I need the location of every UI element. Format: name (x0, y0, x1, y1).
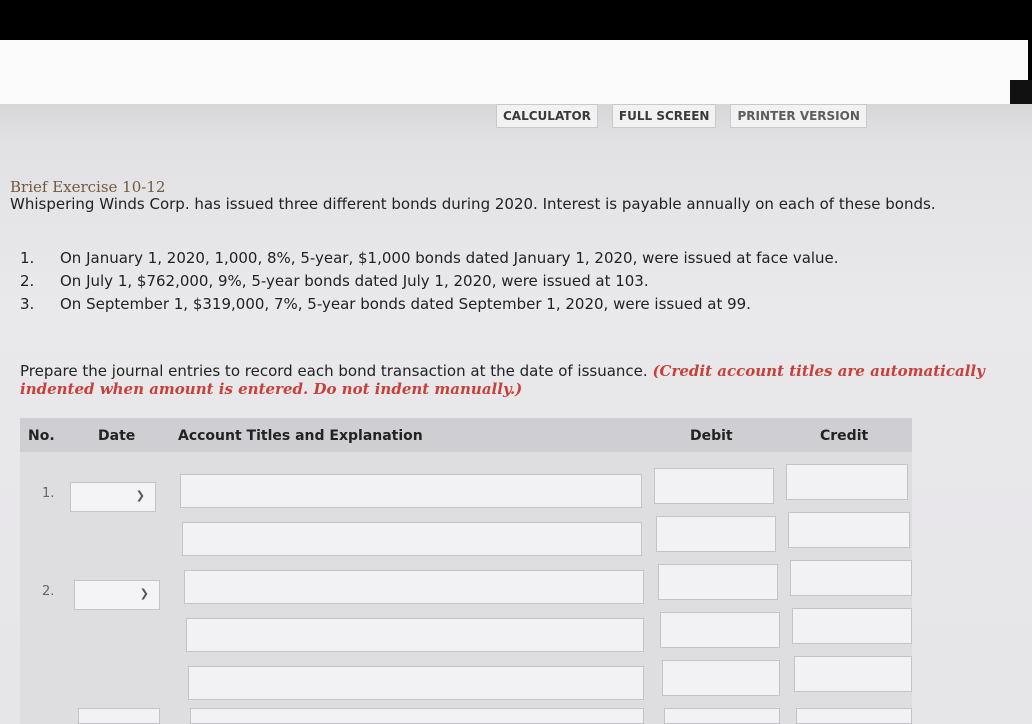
debit-input[interactable] (660, 612, 780, 648)
debit-input[interactable] (654, 468, 774, 504)
date-select[interactable] (78, 708, 160, 724)
header-debit: Debit (690, 428, 733, 444)
date-select[interactable]: ❯ (70, 482, 156, 512)
corner-shadow (1010, 80, 1032, 106)
credit-input[interactable] (796, 708, 912, 724)
printer-version-button[interactable]: PRINTER VERSION (730, 104, 867, 128)
account-title-input[interactable] (182, 522, 642, 556)
list-item-text: On September 1, $319,000, 7%, 5-year bon… (60, 295, 751, 313)
credit-input[interactable] (788, 512, 910, 548)
debit-input[interactable] (662, 660, 780, 696)
debit-input[interactable] (658, 564, 778, 600)
debit-input[interactable] (656, 516, 776, 552)
chevron-down-icon: ❯ (135, 489, 145, 502)
list-item: 2. On July 1, $762,000, 9%, 5-year bonds… (20, 272, 839, 295)
header-credit: Credit (820, 428, 869, 444)
credit-input[interactable] (790, 560, 912, 596)
header-no: No. (28, 428, 55, 444)
account-title-input[interactable] (188, 666, 644, 700)
top-band (0, 40, 1028, 104)
toolbar: CALCULATOR FULL SCREEN PRINTER VERSION (496, 104, 867, 128)
list-item-number: 1. (20, 249, 35, 267)
account-title-input[interactable] (190, 708, 644, 724)
entry-number: 1. (42, 486, 55, 501)
list-item: 1. On January 1, 2020, 1,000, 8%, 5-year… (20, 249, 839, 272)
account-title-input[interactable] (186, 618, 644, 652)
list-item: 3. On September 1, $319,000, 7%, 5-year … (20, 295, 839, 318)
credit-input[interactable] (792, 608, 912, 644)
full-screen-button[interactable]: FULL SCREEN (611, 104, 717, 128)
list-item-number: 2. (20, 272, 35, 290)
calculator-button[interactable]: CALCULATOR (496, 104, 598, 128)
exercise-intro: Whispering Winds Corp. has issued three … (10, 195, 936, 213)
credit-input[interactable] (786, 464, 908, 500)
journal-table: No. Date Account Titles and Explanation … (20, 418, 912, 724)
header-account: Account Titles and Explanation (178, 428, 423, 444)
account-title-input[interactable] (180, 474, 642, 508)
exercise-page: CALCULATOR FULL SCREEN PRINTER VERSION B… (0, 104, 1032, 724)
table-header: No. Date Account Titles and Explanation … (20, 418, 912, 452)
instructions: Prepare the journal entries to record ea… (20, 362, 1010, 398)
instructions-text: Prepare the journal entries to record ea… (20, 362, 648, 380)
header-date: Date (98, 428, 136, 444)
account-title-input[interactable] (184, 570, 644, 604)
chevron-down-icon: ❯ (139, 587, 149, 600)
bond-list: 1. On January 1, 2020, 1,000, 8%, 5-year… (20, 249, 839, 318)
credit-input[interactable] (794, 656, 912, 692)
debit-input[interactable] (664, 708, 780, 724)
list-item-number: 3. (20, 295, 35, 313)
date-select[interactable]: ❯ (74, 580, 160, 610)
entry-number: 2. (42, 584, 55, 599)
list-item-text: On January 1, 2020, 1,000, 8%, 5-year, $… (60, 249, 839, 267)
list-item-text: On July 1, $762,000, 9%, 5-year bonds da… (60, 272, 649, 290)
